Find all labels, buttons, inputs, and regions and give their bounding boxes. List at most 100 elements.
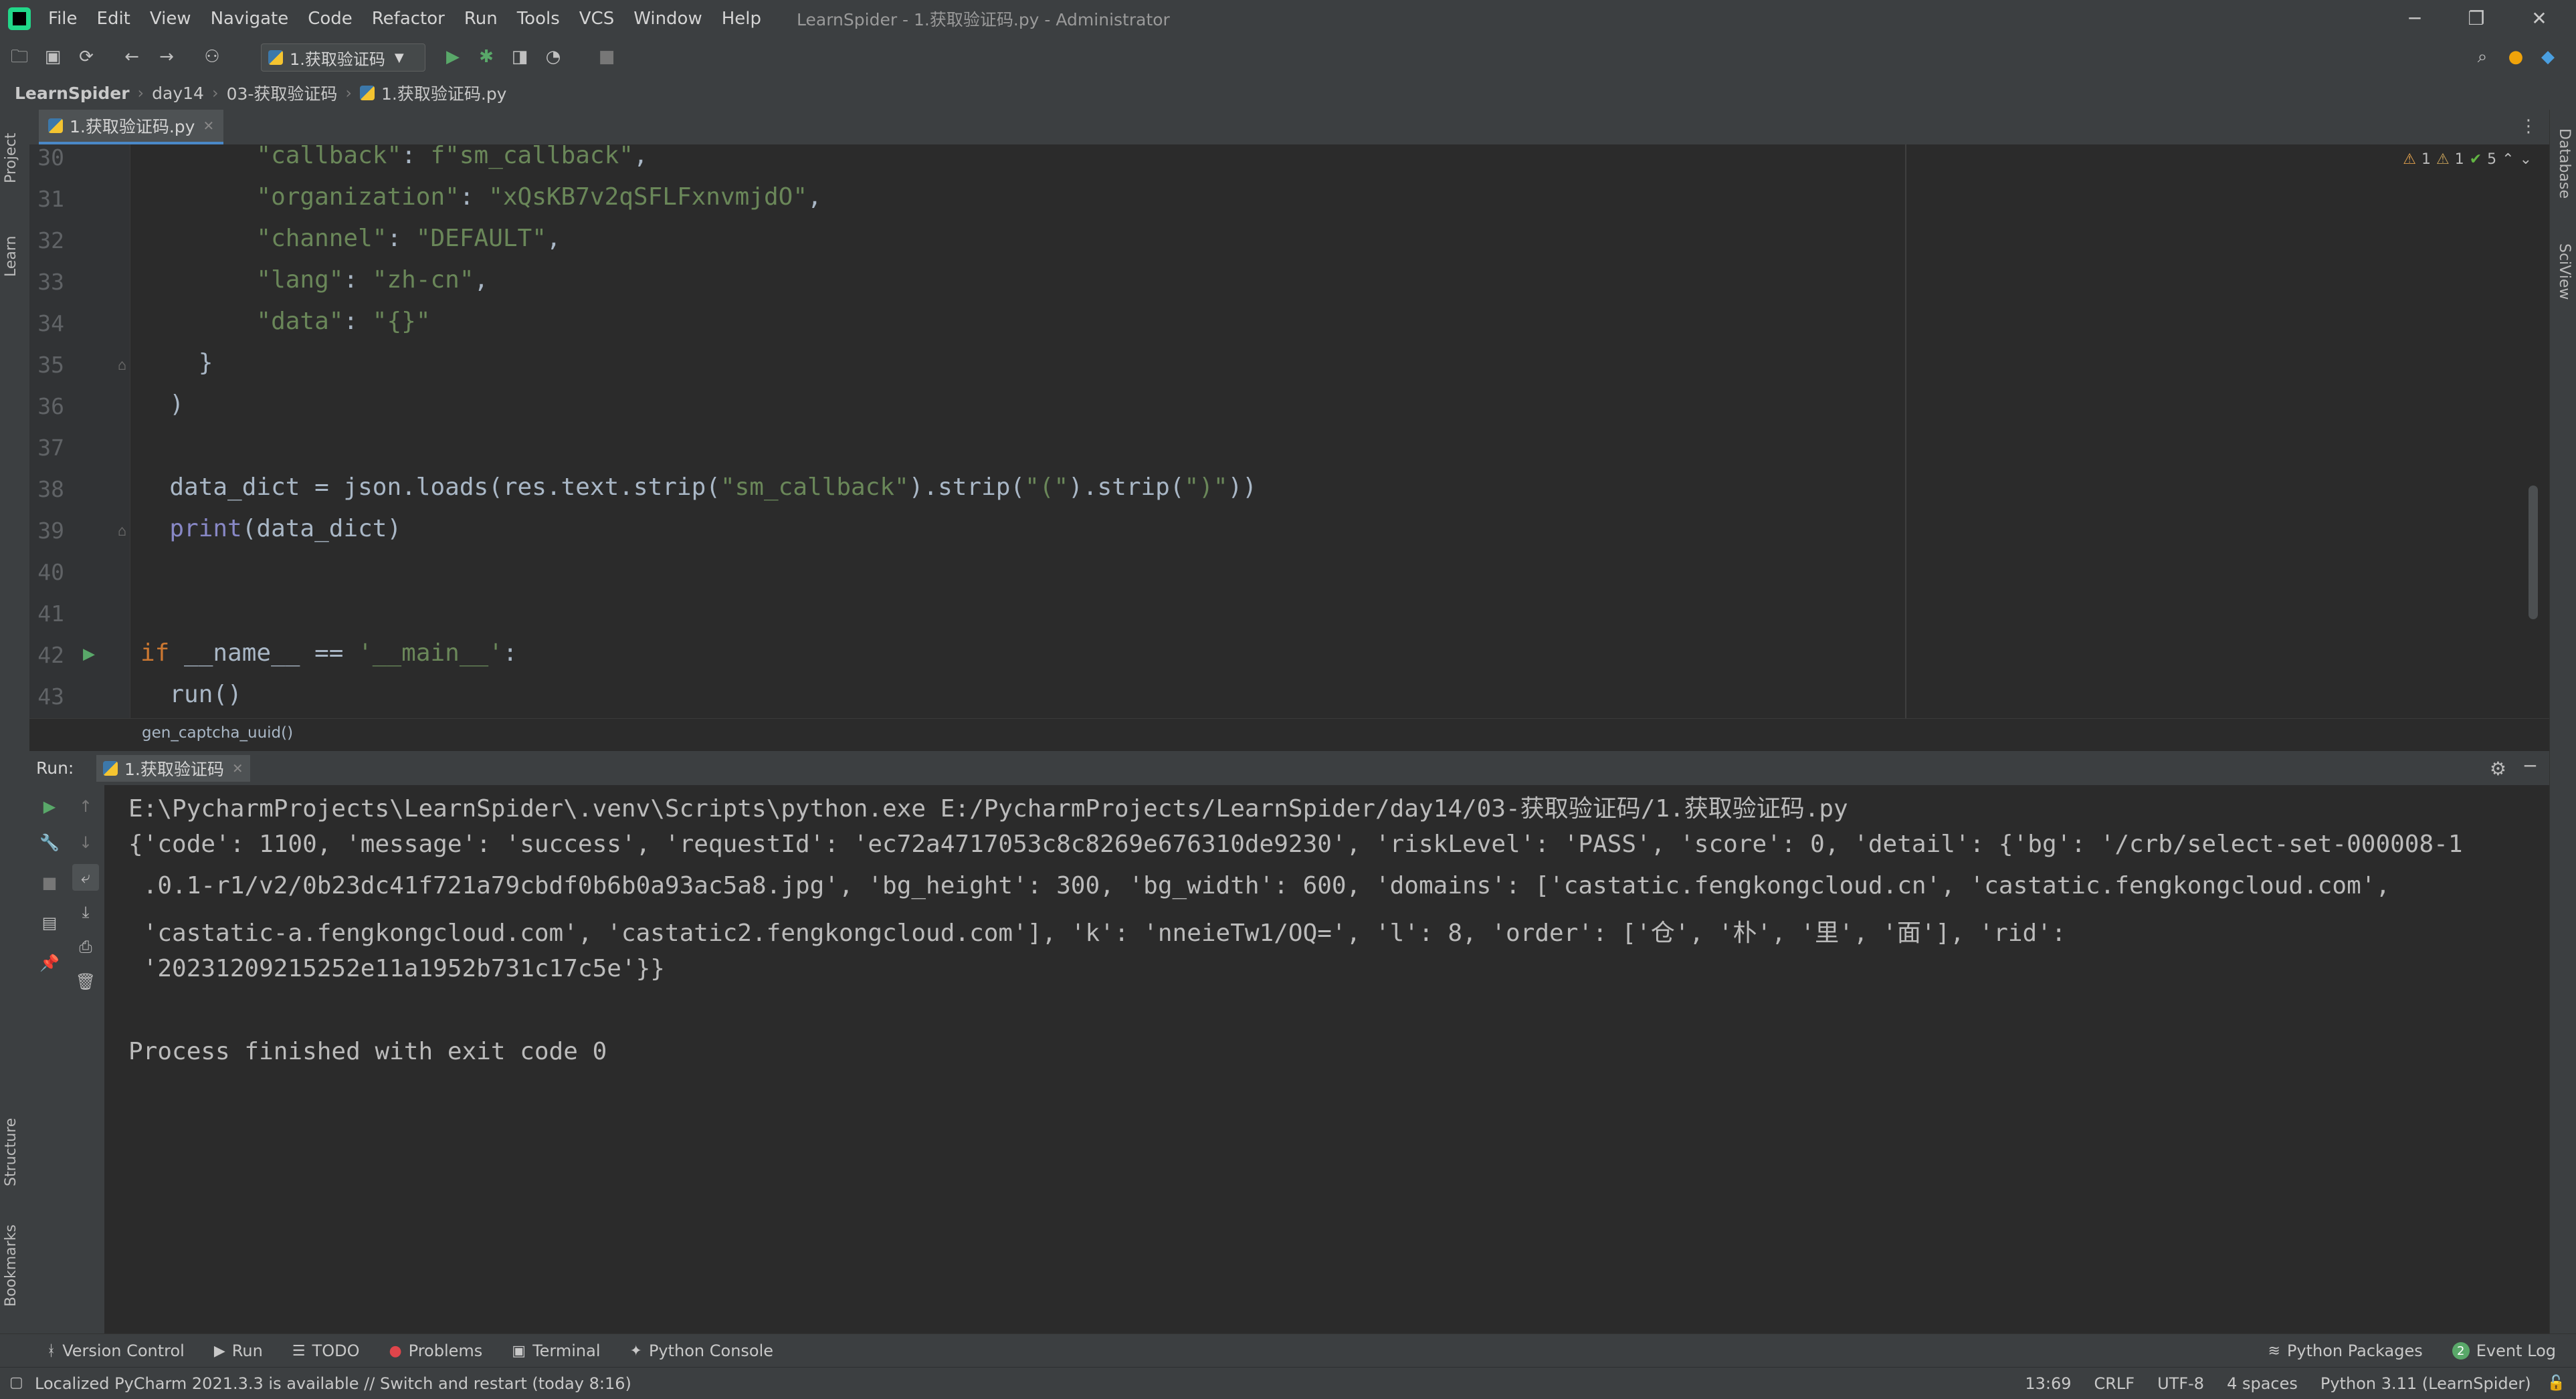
- right-margin-guide: [1905, 144, 1906, 718]
- menu-navigate[interactable]: Navigate: [211, 9, 289, 29]
- more-tabs-icon[interactable]: ⋮: [2520, 116, 2537, 136]
- run-configuration-select[interactable]: 1.获取验证码 ▼: [261, 43, 425, 72]
- terminal-tab[interactable]: ▣ Terminal: [512, 1341, 600, 1360]
- python-interpreter[interactable]: Python 3.11 (LearnSpider): [2320, 1374, 2531, 1393]
- python-file-icon: [48, 118, 63, 133]
- close-tab-icon[interactable]: ✕: [232, 760, 243, 776]
- hide-panel-icon[interactable]: ─: [2524, 755, 2536, 777]
- lock-icon[interactable]: 🔓: [2547, 1375, 2565, 1392]
- structure-tool-tab[interactable]: Structure: [3, 1118, 19, 1186]
- breadcrumb-project[interactable]: LearnSpider: [15, 84, 130, 103]
- stop-icon[interactable]: ■: [595, 45, 618, 68]
- menu-edit[interactable]: Edit: [97, 9, 130, 29]
- run-tool-label: Run: [231, 1341, 263, 1360]
- menu-refactor[interactable]: Refactor: [372, 9, 445, 29]
- file-encoding[interactable]: UTF-8: [2157, 1374, 2204, 1393]
- line-number: 36: [37, 393, 64, 419]
- python-console-tab[interactable]: ✦ Python Console: [630, 1341, 774, 1360]
- python-packages-label: Python Packages: [2286, 1341, 2423, 1360]
- settings-gear-icon[interactable]: ⚙: [2490, 758, 2506, 780]
- problems-label: Problems: [408, 1341, 483, 1360]
- editor-gutter: 30 31 32 33 34 35 36 37 38 39 40 41 42 4…: [29, 144, 130, 718]
- breadcrumb-folder[interactable]: 03-获取验证码: [227, 81, 338, 105]
- menu-file[interactable]: File: [48, 9, 78, 29]
- open-folder-icon[interactable]: 🗀: [8, 45, 31, 68]
- menu-help[interactable]: Help: [722, 9, 761, 29]
- clear-trash-icon[interactable]: 🗑: [72, 968, 99, 995]
- debug-icon[interactable]: ✱: [475, 45, 498, 68]
- coverage-icon[interactable]: ◨: [508, 45, 531, 68]
- run-icon[interactable]: ▶: [441, 45, 464, 68]
- scroll-up-icon[interactable]: ↑: [72, 793, 99, 820]
- sync-icon[interactable]: ⟳: [75, 45, 98, 68]
- save-icon[interactable]: ▣: [41, 45, 64, 68]
- menu-run[interactable]: Run: [464, 9, 498, 29]
- sciview-tool-tab[interactable]: SciView: [2556, 243, 2573, 300]
- close-tab-icon[interactable]: ✕: [203, 118, 214, 134]
- scroll-to-end-icon[interactable]: ⤓: [72, 899, 99, 926]
- python-file-icon: [268, 50, 283, 65]
- menu-window[interactable]: Window: [633, 9, 702, 29]
- todo-tab[interactable]: ☰ TODO: [292, 1341, 360, 1360]
- menu-tools[interactable]: Tools: [517, 9, 560, 29]
- search-icon[interactable]: ⌕: [2471, 45, 2494, 68]
- toggle-tool-windows-icon[interactable]: ▢: [9, 1374, 23, 1391]
- caret-position[interactable]: 13:69: [2025, 1374, 2071, 1393]
- code-line-33: "lang": "zh-cn",: [256, 266, 489, 294]
- status-message[interactable]: Localized PyCharm 2021.3.3 is available …: [35, 1374, 631, 1393]
- previous-highlight-icon[interactable]: ⌃: [2502, 151, 2514, 168]
- pin-tab-icon[interactable]: 📌: [36, 950, 63, 976]
- update-icon[interactable]: ●: [2504, 45, 2527, 68]
- modify-config-icon[interactable]: 🔧: [36, 829, 63, 856]
- menu-vcs[interactable]: VCS: [579, 9, 614, 29]
- next-highlight-icon[interactable]: ⌄: [2520, 151, 2532, 168]
- fold-marker-icon[interactable]: ⌂: [118, 523, 126, 540]
- bookmarks-tool-tab[interactable]: Bookmarks: [3, 1224, 19, 1307]
- minimize-icon[interactable]: ─: [2395, 4, 2435, 33]
- run-gutter-icon[interactable]: ▶: [83, 642, 95, 665]
- line-number: 38: [37, 476, 64, 502]
- print-icon[interactable]: ⎙: [72, 934, 99, 960]
- menu-view[interactable]: View: [150, 9, 191, 29]
- editor-tab-active[interactable]: 1.获取验证码.py ✕: [39, 110, 224, 145]
- code-editor[interactable]: 30 31 32 33 34 35 36 37 38 39 40 41 42 4…: [29, 144, 2549, 718]
- rerun-icon[interactable]: ▶: [36, 793, 63, 820]
- version-control-tab[interactable]: ᚼ Version Control: [47, 1341, 185, 1360]
- breadcrumb-file[interactable]: 1.获取验证码.py: [381, 81, 506, 105]
- run-tool-tab[interactable]: ▶ Run: [214, 1341, 263, 1360]
- inspection-widget[interactable]: ⚠ 1 ⚠ 1 ✔ 5 ⌃ ⌄: [2403, 151, 2532, 168]
- run-tab[interactable]: 1.获取验证码 ✕: [96, 755, 250, 782]
- back-arrow-icon[interactable]: ←: [120, 45, 143, 68]
- line-separator[interactable]: CRLF: [2094, 1374, 2135, 1393]
- code-line-36: ): [140, 391, 185, 418]
- vcs-user-icon[interactable]: ⚇: [201, 45, 223, 68]
- scroll-down-icon[interactable]: ↓: [72, 829, 99, 856]
- breadcrumb-day14[interactable]: day14: [152, 84, 204, 103]
- database-tool-tab[interactable]: Database: [2556, 128, 2573, 199]
- warning-icon: ⚠: [2403, 151, 2416, 168]
- profile-icon[interactable]: ◔: [542, 45, 565, 68]
- menu-code[interactable]: Code: [308, 9, 353, 29]
- close-icon[interactable]: ✕: [2519, 4, 2559, 33]
- context-breadcrumb[interactable]: gen_captcha_uuid(): [142, 724, 293, 742]
- project-tool-tab[interactable]: Project: [3, 133, 19, 183]
- stop-run-icon[interactable]: ■: [36, 869, 63, 896]
- fold-marker-icon[interactable]: ⌂: [118, 357, 126, 374]
- editor-context-bar: gen_captcha_uuid(): [29, 718, 2549, 751]
- soft-wrap-icon[interactable]: ⤶: [72, 864, 99, 891]
- breadcrumb-separator: ›: [137, 84, 144, 102]
- python-packages-tab[interactable]: ≋ Python Packages: [2268, 1341, 2423, 1360]
- editor-scrollbar[interactable]: [2529, 486, 2538, 619]
- line-number: 41: [37, 601, 64, 627]
- event-log-tab[interactable]: 2 Event Log: [2452, 1341, 2556, 1360]
- restore-icon[interactable]: ❐: [2456, 4, 2496, 33]
- indent-setting[interactable]: 4 spaces: [2227, 1374, 2298, 1393]
- run-console-output[interactable]: E:\PycharmProjects\LearnSpider\.venv\Scr…: [104, 785, 2549, 1333]
- learn-tool-tab[interactable]: Learn: [3, 236, 19, 278]
- layout-icon[interactable]: ▤: [36, 909, 63, 936]
- forward-arrow-icon[interactable]: →: [155, 45, 178, 68]
- problems-tab[interactable]: ● Problems: [389, 1341, 482, 1360]
- version-control-label: Version Control: [62, 1341, 185, 1360]
- toolbox-icon[interactable]: ◆: [2537, 45, 2559, 68]
- main-toolbar: 🗀 ▣ ⟳ ← → ⚇ 1.获取验证码 ▼ ▶ ✱ ◨ ◔ ■ ⌕ ● ◆: [0, 37, 2576, 77]
